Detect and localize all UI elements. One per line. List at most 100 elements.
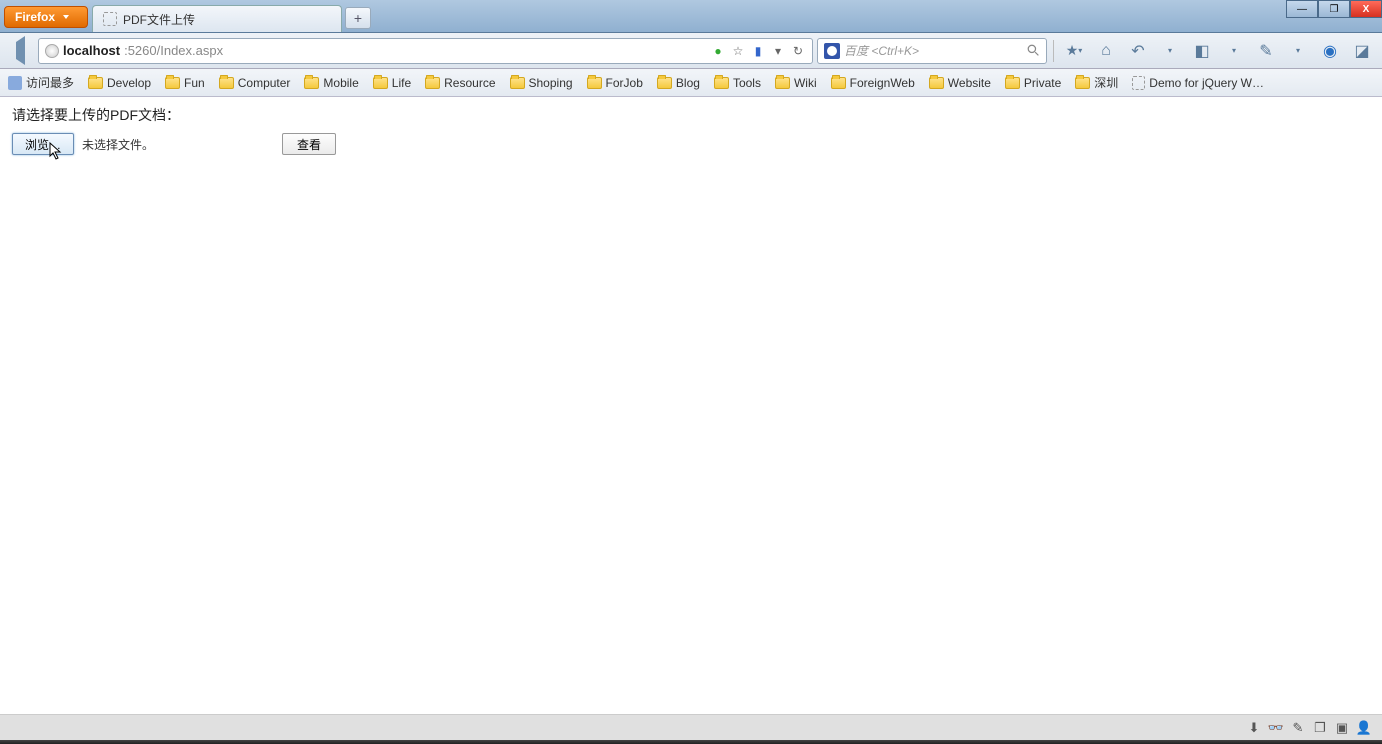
undo-dropdown[interactable]: ▾ xyxy=(1156,37,1184,65)
folder-icon xyxy=(510,77,525,89)
bookmark-label: ForJob xyxy=(606,76,643,90)
folder-icon xyxy=(1075,77,1090,89)
window-button[interactable]: ◧ xyxy=(1188,37,1216,65)
folder-icon xyxy=(219,77,234,89)
page-content: 请选择要上传的PDF文档： 浏览… 未选择文件。 查看 xyxy=(0,97,1382,715)
bookmark-item[interactable]: Resource xyxy=(425,76,495,90)
bookmarks-bar: 访问最多 Develop Fun Computer Mobile Life Resource… xyxy=(0,69,1382,97)
nav-toolbar: localhost :5260/Index.aspx ● ☆ ▮ ▾ ↻ 百度 <… xyxy=(0,33,1382,69)
bookmark-item[interactable]: ForeignWeb xyxy=(831,76,915,90)
browser-tab[interactable]: PDF文件上传 xyxy=(92,5,342,32)
bookmark-item[interactable]: Wiki xyxy=(775,76,817,90)
window-dropdown[interactable]: ▾ xyxy=(1220,37,1248,65)
tab-favicon-icon xyxy=(103,12,117,26)
minimize-button[interactable]: — xyxy=(1286,0,1318,18)
globe-icon xyxy=(45,44,59,58)
search-icon[interactable] xyxy=(1027,44,1040,57)
bookmark-item[interactable]: Demo for jQuery W… xyxy=(1132,76,1264,90)
url-host: localhost xyxy=(63,43,120,58)
bookmark-label: Computer xyxy=(238,76,291,90)
arrow-left-icon xyxy=(16,42,25,60)
back-button[interactable] xyxy=(6,37,34,65)
bookmark-item[interactable]: Private xyxy=(1005,76,1061,90)
undo-button[interactable]: ↶ xyxy=(1124,37,1152,65)
star-icon[interactable]: ☆ xyxy=(730,43,746,59)
firefox-label: Firefox xyxy=(15,10,55,24)
bookmark-label: Tools xyxy=(733,76,761,90)
app-button[interactable]: ◪ xyxy=(1348,37,1376,65)
window-controls: — ❐ X xyxy=(1286,0,1382,18)
upload-row: 浏览… 未选择文件。 查看 xyxy=(12,133,1370,155)
bookmark-label: Blog xyxy=(676,76,700,90)
status-icon-1[interactable]: 👓 xyxy=(1268,720,1284,736)
separator xyxy=(1053,40,1054,62)
page-icon xyxy=(1132,76,1145,90)
folder-icon xyxy=(88,77,103,89)
bookmark-item[interactable]: ForJob xyxy=(587,76,643,90)
folder-icon xyxy=(831,77,846,89)
bookmark-label: 深圳 xyxy=(1094,74,1118,91)
bookmark-label: Life xyxy=(392,76,411,90)
bookmark-label: Private xyxy=(1024,76,1061,90)
status-icon-0[interactable]: ⬇ xyxy=(1246,720,1262,736)
url-path: :5260/Index.aspx xyxy=(124,43,223,58)
palette-dropdown[interactable]: ▾ xyxy=(1284,37,1312,65)
titlebar: Firefox PDF文件上传 + — ❐ X xyxy=(0,0,1382,33)
bookmark-item[interactable]: Shoping xyxy=(510,76,573,90)
status-icon-3[interactable]: ❐ xyxy=(1312,720,1328,736)
folder-icon xyxy=(373,77,388,89)
bookmark-label: Website xyxy=(948,76,991,90)
bookmark-item[interactable]: Computer xyxy=(219,76,291,90)
search-placeholder: 百度 <Ctrl+K> xyxy=(844,42,919,59)
plus-icon: + xyxy=(354,10,362,26)
bookmark-item[interactable]: Mobile xyxy=(304,76,358,90)
folder-icon xyxy=(587,77,602,89)
status-icon-4[interactable]: ▣ xyxy=(1334,720,1350,736)
home-button[interactable]: ⌂ xyxy=(1092,37,1120,65)
view-button[interactable]: 查看 xyxy=(282,133,336,155)
search-bar[interactable]: 百度 <Ctrl+K> xyxy=(817,38,1047,64)
folder-icon xyxy=(657,77,672,89)
bookmark-label: Demo for jQuery W… xyxy=(1149,76,1264,90)
bookmark-menu-button[interactable]: ★▾ xyxy=(1060,37,1088,65)
status-icon-2[interactable]: ✎ xyxy=(1290,720,1306,736)
bookmark-label: Mobile xyxy=(323,76,358,90)
bookmark-item[interactable]: Develop xyxy=(88,76,151,90)
new-tab-button[interactable]: + xyxy=(345,7,371,29)
most-visited-icon xyxy=(8,76,22,90)
folder-icon xyxy=(165,77,180,89)
folder-icon xyxy=(775,77,790,89)
share-icon[interactable]: ● xyxy=(710,43,726,59)
bookmark-item[interactable]: 访问最多 xyxy=(8,74,74,91)
globe-button[interactable]: ◉ xyxy=(1316,37,1344,65)
bookmark-label: 访问最多 xyxy=(26,74,74,91)
taskbar xyxy=(0,740,1382,744)
folder-icon xyxy=(304,77,319,89)
bookmark-item[interactable]: Life xyxy=(373,76,411,90)
file-status: 未选择文件。 xyxy=(82,136,154,153)
upload-prompt: 请选择要上传的PDF文档： xyxy=(12,105,1370,125)
bookmark-item[interactable]: 深圳 xyxy=(1075,74,1118,91)
search-engine-icon[interactable] xyxy=(824,43,840,59)
bookmark-item[interactable]: Fun xyxy=(165,76,205,90)
bookmark-label: ForeignWeb xyxy=(850,76,915,90)
addon-bar: ⬇ 👓 ✎ ❐ ▣ 👤 xyxy=(1242,718,1376,738)
bookmark-label: Fun xyxy=(184,76,205,90)
url-bar[interactable]: localhost :5260/Index.aspx ● ☆ ▮ ▾ ↻ xyxy=(38,38,813,64)
bookmark-item[interactable]: Tools xyxy=(714,76,761,90)
folder-icon xyxy=(1005,77,1020,89)
folder-icon xyxy=(714,77,729,89)
status-icon-5[interactable]: 👤 xyxy=(1356,720,1372,736)
bookmark-label: Shoping xyxy=(529,76,573,90)
palette-button[interactable]: ✎ xyxy=(1252,37,1280,65)
dropdown-icon[interactable]: ▾ xyxy=(770,43,786,59)
refresh-icon[interactable]: ↻ xyxy=(790,43,806,59)
close-button[interactable]: X xyxy=(1350,0,1382,18)
device-icon[interactable]: ▮ xyxy=(750,43,766,59)
bookmark-item[interactable]: Blog xyxy=(657,76,700,90)
folder-icon xyxy=(425,77,440,89)
maximize-button[interactable]: ❐ xyxy=(1318,0,1350,18)
browse-button[interactable]: 浏览… xyxy=(12,133,74,155)
firefox-menu-button[interactable]: Firefox xyxy=(4,6,88,28)
bookmark-item[interactable]: Website xyxy=(929,76,991,90)
